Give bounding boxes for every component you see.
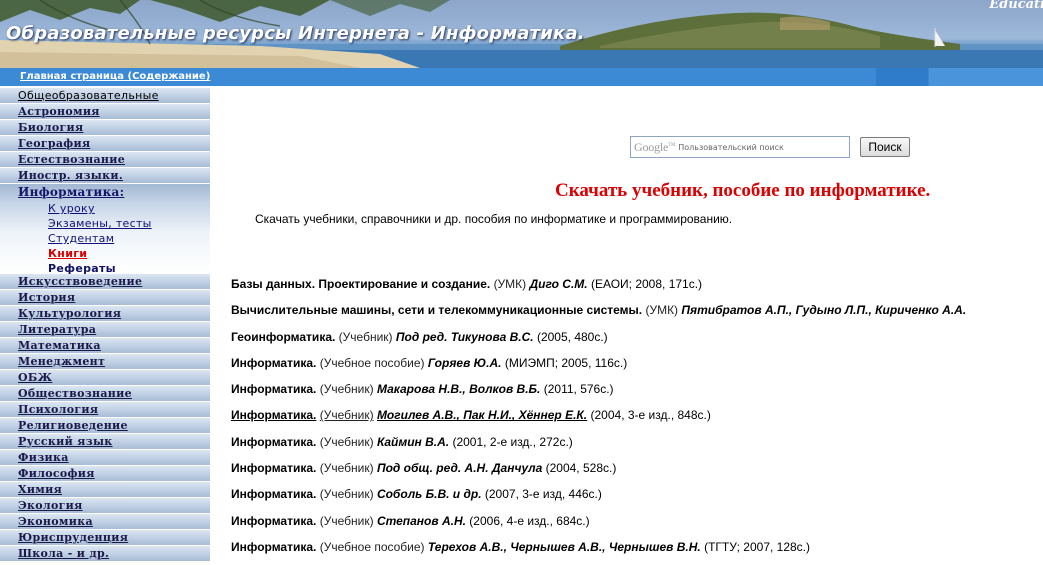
book-title[interactable]: Информатика. — [231, 408, 316, 422]
google-logo: GoogleTM — [634, 139, 676, 154]
sidebar-item-foreign-languages[interactable]: Иностр. языки. — [0, 168, 210, 184]
book-publication: (2011, 576с.) — [543, 382, 614, 397]
sidebar: Общеобразовательные Астрономия Биология … — [0, 88, 210, 565]
page-heading: Скачать учебник, пособие по информатике. — [555, 180, 931, 201]
book-authors: Соболь Б.В. и др. — [376, 487, 482, 502]
book-kind: (Учебник) — [319, 513, 374, 528]
book-authors: Могилев А.В., Пак Н.И., Хённер Е.К. — [376, 408, 588, 423]
sidebar-item-mathematics[interactable]: Математика — [0, 338, 210, 354]
sidebar-item-management[interactable]: Менеджмент — [0, 354, 210, 370]
book-item: Информатика. (Учебное пособие) Горяев Ю.… — [231, 354, 1043, 380]
book-authors: Диго С.М. — [529, 277, 588, 291]
sidebar-item-physics[interactable]: Физика — [0, 450, 210, 466]
sidebar-item-biology[interactable]: Биология — [0, 120, 210, 136]
book-authors: Каймин В.А. — [376, 434, 450, 449]
sidebar-item-philosophy[interactable]: Философия — [0, 466, 210, 482]
sidebar-item-general[interactable]: Общеобразовательные — [0, 88, 210, 104]
sidebar-item-informatics-label[interactable]: Информатика: — [18, 184, 210, 201]
page-intro: Скачать учебники, справочники и др. посо… — [255, 212, 733, 226]
book-item: Информатика. (Учебник) Макарова Н.В., Во… — [231, 380, 1043, 406]
book-authors: Под ред. Тикунова В.С. — [395, 329, 534, 344]
book-title[interactable]: Информатика. — [231, 514, 316, 528]
book-title[interactable]: Вычислительные машины, сети и телекоммун… — [231, 303, 642, 317]
book-item: Геоинформатика. (Учебник) Под ред. Тикун… — [231, 328, 1043, 354]
book-kind: (УМК) — [493, 277, 527, 291]
sidebar-item-informatics: Информатика: К уроку Экзамены, тесты Сту… — [0, 184, 210, 276]
book-publication: (2005, 480с.) — [536, 329, 608, 344]
book-kind: (Учебник) — [319, 382, 374, 397]
sidebar-item-economics[interactable]: Экономика — [0, 514, 210, 530]
book-kind: (Учебное пособие) — [319, 355, 425, 370]
sidebar-item-literature[interactable]: Литература — [0, 322, 210, 338]
submenu-item-students[interactable]: Студентам — [48, 231, 210, 246]
sidebar-item-social-studies[interactable]: Обществознание — [0, 386, 210, 402]
book-item: Вычислительные машины, сети и телекоммун… — [231, 301, 1043, 327]
book-item: Информатика. (Учебное пособие) Терехов А… — [231, 538, 1043, 564]
sidebar-item-chemistry[interactable]: Химия — [0, 482, 210, 498]
sidebar-item-russian-language[interactable]: Русский язык — [0, 434, 210, 450]
corner-word: Educati — [989, 0, 1043, 12]
book-kind: (Учебник) — [319, 461, 374, 476]
book-title[interactable]: Базы данных. Проектирование и создание. — [231, 277, 490, 291]
book-item: Информатика. (Учебник) Под общ. ред. А.Н… — [231, 459, 1043, 485]
sidebar-item-art-history[interactable]: Искусствоведение — [0, 274, 210, 290]
book-authors: Под общ. ред. А.Н. Данчула — [376, 461, 543, 476]
book-publication: (2004, 3-е изд., 848с.) — [590, 408, 711, 423]
top-nav-bar: Главная страница (Содержание) — [0, 68, 1043, 86]
main-content: GoogleTM Пользовательский поиск Поиск Ск… — [212, 88, 1043, 565]
book-authors: Макарова Н.В., Волков В.Б. — [376, 382, 541, 397]
book-title[interactable]: Информатика. — [231, 487, 316, 501]
header-banner: Образовательные ресурсы Интернета - Инфо… — [0, 0, 1043, 68]
book-title[interactable]: Геоинформатика. — [231, 330, 335, 344]
book-title[interactable]: Информатика. — [231, 540, 316, 554]
submenu-item-exams[interactable]: Экзамены, тесты — [48, 216, 210, 231]
search-button[interactable]: Поиск — [860, 137, 910, 157]
book-authors: Пятибратов А.П., Гудыно Л.П., Кириченко … — [681, 303, 967, 318]
sidebar-item-natural-science[interactable]: Естествознание — [0, 152, 210, 168]
book-publication: (2001, 2-е изд., 272с.) — [452, 434, 573, 449]
sidebar-item-astronomy[interactable]: Астрономия — [0, 104, 210, 120]
book-item: Информатика. (Учебник) Соболь Б.В. и др.… — [231, 485, 1043, 511]
informatics-submenu: К уроку Экзамены, тесты Студентам Книги … — [18, 201, 210, 276]
book-title[interactable]: Информатика. — [231, 382, 316, 396]
sidebar-item-jurisprudence[interactable]: Юриспруденция — [0, 530, 210, 546]
search-placeholder: Пользовательский поиск — [678, 142, 784, 152]
sidebar-item-culturology[interactable]: Культурология — [0, 306, 210, 322]
submenu-item-books[interactable]: Книги — [48, 246, 210, 261]
book-authors: Горяев Ю.А. — [427, 355, 502, 370]
book-publication: (2004, 528с.) — [545, 461, 617, 476]
sidebar-item-religious-studies[interactable]: Религиоведение — [0, 418, 210, 434]
book-kind: (УМК) — [645, 303, 679, 318]
book-publication: (2007, 3-е изд, 446с.) — [484, 487, 602, 502]
book-kind: (Учебник) — [338, 329, 393, 344]
book-list: Базы данных. Проектирование и создание. … — [231, 275, 1043, 564]
home-link[interactable]: Главная страница (Содержание) — [20, 71, 210, 82]
book-kind: (Учебник) — [319, 434, 374, 449]
book-item: Информатика. (Учебник) Могилев А.В., Пак… — [231, 406, 1043, 432]
book-kind: (Учебник) — [319, 408, 374, 423]
book-publication: (МИЭМП; 2005, 116с.) — [504, 355, 628, 370]
book-authors: Терехов А.В., Чернышев А.В., Чернышев В.… — [427, 539, 701, 554]
sidebar-item-geography[interactable]: География — [0, 136, 210, 152]
site-title: Образовательные ресурсы Интернета - Инфо… — [6, 23, 585, 44]
book-publication: (ТГТУ; 2007, 128с.) — [704, 539, 811, 554]
submenu-item-lesson[interactable]: К уроку — [48, 201, 210, 216]
search-input[interactable]: GoogleTM Пользовательский поиск — [630, 136, 850, 158]
sidebar-item-school[interactable]: Школа - и др. — [0, 546, 210, 562]
book-publication: (ЕАОИ; 2008, 171с.) — [590, 277, 703, 291]
book-item: Информатика. (Учебник) Степанов А.Н. (20… — [231, 512, 1043, 538]
book-title[interactable]: Информатика. — [231, 356, 316, 370]
book-publication: (2006, 4-е изд., 684с.) — [469, 513, 590, 528]
book-title[interactable]: Информатика. — [231, 435, 316, 449]
sidebar-item-psychology[interactable]: Психология — [0, 402, 210, 418]
book-title[interactable]: Информатика. — [231, 461, 316, 475]
sidebar-item-history[interactable]: История — [0, 290, 210, 306]
book-authors: Степанов А.Н. — [376, 513, 466, 528]
book-item: Информатика. (Учебник) Каймин В.А. (2001… — [231, 433, 1043, 459]
book-kind: (Учебник) — [319, 487, 374, 502]
sidebar-item-obzh[interactable]: ОБЖ — [0, 370, 210, 386]
book-kind: (Учебное пособие) — [319, 539, 425, 554]
sidebar-item-ecology[interactable]: Экология — [0, 498, 210, 514]
book-item: Базы данных. Проектирование и создание. … — [231, 275, 1043, 301]
